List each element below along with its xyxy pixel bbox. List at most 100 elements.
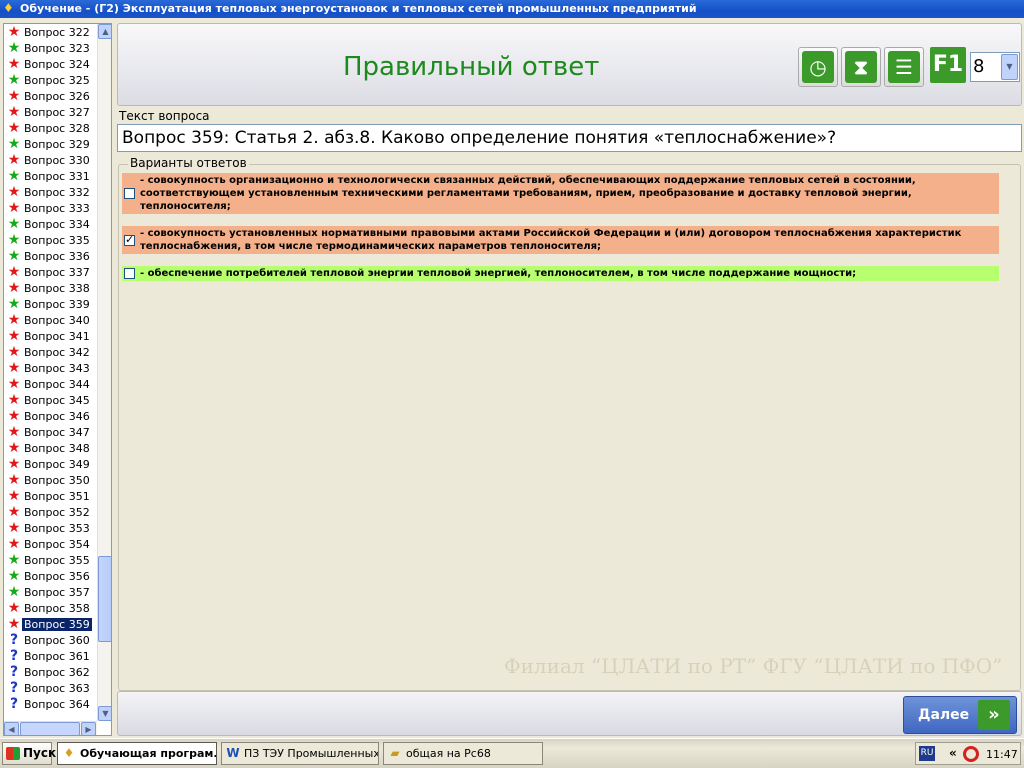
question-list-item[interactable]: ★ Вопрос 325 <box>4 72 96 88</box>
taskbar: Пуск ♦ Обучающая програм... W ПЗ ТЭУ Про… <box>0 738 1024 768</box>
question-list-item[interactable]: ★ Вопрос 332 <box>4 184 96 200</box>
question-label: Вопрос 322 <box>24 25 90 39</box>
answer-text: - совокупность организационно и технолог… <box>140 175 916 212</box>
hscroll-thumb[interactable] <box>20 722 80 735</box>
question-list-item[interactable]: ★ Вопрос 323 <box>4 40 96 56</box>
question-list-item[interactable]: ★ Вопрос 329 <box>4 136 96 152</box>
question-label: Вопрос 338 <box>24 281 90 295</box>
language-indicator[interactable]: RU <box>919 746 935 761</box>
question-list-item[interactable]: ★ Вопрос 340 <box>4 312 96 328</box>
question-list-item[interactable]: ★ Вопрос 341 <box>4 328 96 344</box>
question-mark-icon: ? <box>9 680 19 696</box>
question-list-item[interactable]: ★ Вопрос 357 <box>4 584 96 600</box>
question-list-item[interactable]: ★ Вопрос 353 <box>4 520 96 536</box>
question-label: Вопрос 347 <box>24 425 90 439</box>
question-list-item[interactable]: ★ Вопрос 349 <box>4 456 96 472</box>
question-list-item[interactable]: ★ Вопрос 358 <box>4 600 96 616</box>
answer-option[interactable]: - совокупность установленных нормативным… <box>122 226 999 254</box>
question-list-item[interactable]: ★ Вопрос 352 <box>4 504 96 520</box>
question-label: Вопрос 344 <box>24 377 90 391</box>
question-text: Вопрос 359: Статья 2. абз.8. Каково опре… <box>117 124 1022 152</box>
question-list-item[interactable]: ★ Вопрос 359 <box>4 616 96 632</box>
show-hidden-icons-chevron[interactable]: « <box>949 746 957 760</box>
scroll-down-button[interactable]: ▼ <box>98 706 111 721</box>
question-list-item[interactable]: ★ Вопрос 331 <box>4 168 96 184</box>
answer-option[interactable]: - совокупность организационно и технолог… <box>122 173 999 214</box>
next-button[interactable]: Далее » <box>903 696 1017 734</box>
opera-icon[interactable] <box>963 746 979 762</box>
question-list-item[interactable]: ★ Вопрос 342 <box>4 344 96 360</box>
green-star-icon: ★ <box>7 136 21 152</box>
font-size-select[interactable]: 8 ▼ <box>970 52 1020 82</box>
scroll-thumb[interactable] <box>98 556 111 642</box>
question-list-item[interactable]: ★ Вопрос 337 <box>4 264 96 280</box>
question-list-item[interactable]: ★ Вопрос 354 <box>4 536 96 552</box>
question-list-item[interactable]: ★ Вопрос 351 <box>4 488 96 504</box>
task-label: общая на Pc68 <box>406 747 491 760</box>
red-star-icon: ★ <box>7 472 21 488</box>
hourglass-button[interactable]: ⧗ <box>841 47 881 87</box>
red-star-icon: ★ <box>7 152 21 168</box>
question-list-item[interactable]: ★ Вопрос 347 <box>4 424 96 440</box>
question-list-item[interactable]: ★ Вопрос 345 <box>4 392 96 408</box>
question-label: Вопрос 328 <box>24 121 90 135</box>
answer-checkbox[interactable] <box>124 233 135 246</box>
question-list-item[interactable]: ★ Вопрос 330 <box>4 152 96 168</box>
question-list-item[interactable]: ★ Вопрос 324 <box>4 56 96 72</box>
timer-button[interactable]: ◷ <box>798 47 838 87</box>
question-label: Вопрос 351 <box>24 489 90 503</box>
taskbar-item-folder[interactable]: ▰ общая на Pc68 <box>383 742 543 765</box>
scroll-right-button[interactable]: ▶ <box>81 722 96 735</box>
question-list-item[interactable]: ★ Вопрос 334 <box>4 216 96 232</box>
main-panel: Правильный ответ ◷ ⧗ ☰ F1 8 ▼ Текст вопр… <box>117 23 1022 736</box>
question-list-item[interactable]: ★ Вопрос 338 <box>4 280 96 296</box>
red-star-icon: ★ <box>7 24 21 40</box>
question-list-item[interactable]: ★ Вопрос 326 <box>4 88 96 104</box>
question-list-item[interactable]: ★ Вопрос 328 <box>4 120 96 136</box>
question-list-item[interactable]: ★ Вопрос 335 <box>4 232 96 248</box>
question-label: Вопрос 326 <box>24 89 90 103</box>
answer-option[interactable]: - обеспечение потребителей тепловой энер… <box>122 266 999 281</box>
answer-checkbox[interactable] <box>124 188 135 199</box>
question-list-item[interactable]: ★ Вопрос 343 <box>4 360 96 376</box>
question-list-item[interactable]: ★ Вопрос 339 <box>4 296 96 312</box>
answer-checkbox[interactable] <box>124 268 135 279</box>
question-list-item[interactable]: ★ Вопрос 346 <box>4 408 96 424</box>
red-star-icon: ★ <box>7 392 21 408</box>
question-list-item[interactable]: ★ Вопрос 336 <box>4 248 96 264</box>
question-list-item[interactable]: ? Вопрос 362 <box>4 664 96 680</box>
f1-help-icon[interactable]: F1 <box>930 47 966 83</box>
double-arrow-right-icon: » <box>978 700 1010 730</box>
taskbar-item-word[interactable]: W ПЗ ТЭУ Промышленных... <box>221 742 379 765</box>
chevron-down-icon[interactable]: ▼ <box>1001 54 1018 80</box>
taskbar-item-training[interactable]: ♦ Обучающая програм... <box>57 742 217 765</box>
clock: 11:47 <box>986 748 1018 761</box>
horizontal-scrollbar[interactable]: ◀ ▶ <box>4 721 97 735</box>
question-list-item[interactable]: ? Вопрос 360 <box>4 632 96 648</box>
question-list-item[interactable]: ? Вопрос 363 <box>4 680 96 696</box>
question-list-item[interactable]: ★ Вопрос 327 <box>4 104 96 120</box>
green-star-icon: ★ <box>7 568 21 584</box>
question-list-item[interactable]: ★ Вопрос 350 <box>4 472 96 488</box>
scroll-left-button[interactable]: ◀ <box>4 722 19 735</box>
list-button[interactable]: ☰ <box>884 47 924 87</box>
question-list-item[interactable]: ★ Вопрос 322 <box>4 24 96 40</box>
question-list-item[interactable]: ★ Вопрос 344 <box>4 376 96 392</box>
scroll-up-button[interactable]: ▲ <box>98 24 111 39</box>
question-list-item[interactable]: ★ Вопрос 348 <box>4 440 96 456</box>
question-list-item[interactable]: ? Вопрос 361 <box>4 648 96 664</box>
answer-text: - совокупность установленных нормативным… <box>140 228 962 252</box>
question-label: Вопрос 342 <box>24 345 90 359</box>
green-star-icon: ★ <box>7 168 21 184</box>
question-list-item[interactable]: ★ Вопрос 355 <box>4 552 96 568</box>
question-list-item[interactable]: ★ Вопрос 333 <box>4 200 96 216</box>
start-button[interactable]: Пуск <box>2 742 56 765</box>
red-star-icon: ★ <box>7 344 21 360</box>
question-list-item[interactable]: ? Вопрос 364 <box>4 696 96 712</box>
question-label: Вопрос 363 <box>24 681 90 695</box>
question-label: Вопрос 333 <box>24 201 90 215</box>
question-label: Вопрос 349 <box>24 457 90 471</box>
question-mark-icon: ? <box>9 648 19 664</box>
vertical-scrollbar[interactable]: ▲ ▼ <box>97 24 111 721</box>
question-list-item[interactable]: ★ Вопрос 356 <box>4 568 96 584</box>
